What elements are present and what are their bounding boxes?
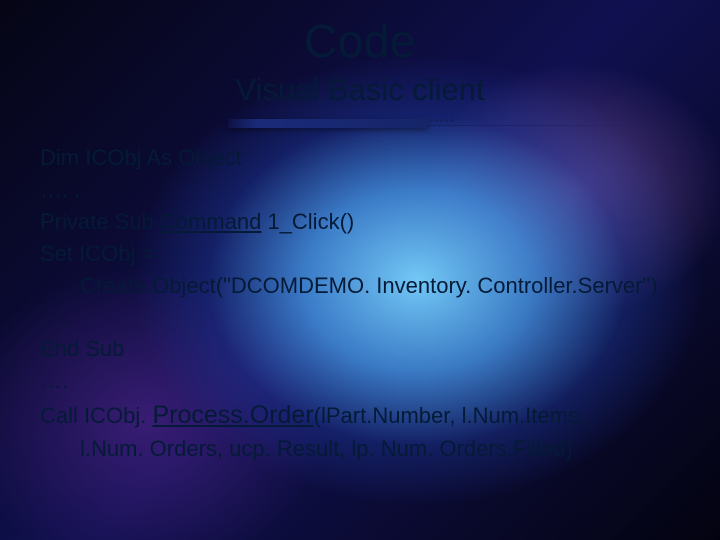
slide-subtitle: Visual Basic client: [0, 72, 720, 108]
code-line: …. .: [40, 174, 690, 206]
accent-bar-icon: [228, 119, 428, 128]
code-line: . . .: [40, 301, 690, 333]
code-line: l.Num. Orders, ucp. Result, lp. Num. Ord…: [40, 433, 690, 465]
code-line: Call ICObj. Process.Order(lPart.Number, …: [40, 397, 690, 433]
code-line: End Sub: [40, 333, 690, 365]
code-method: Process.Order: [152, 401, 313, 429]
accent-dots-icon: [430, 119, 453, 122]
code-text: Private Sub: [40, 209, 160, 234]
accent-tail-icon: [426, 125, 686, 126]
code-text: Command: [160, 209, 261, 234]
code-line: Set ICObj =: [40, 238, 690, 270]
code-line: Private Sub Command 1_Click(): [40, 206, 690, 238]
slide-title: Code: [0, 14, 720, 68]
code-line: Create.Object("DCOMDEMO. Inventory. Cont…: [40, 270, 690, 302]
code-text: 1_Click(): [261, 209, 354, 234]
code-text: Call ICObj.: [40, 403, 152, 428]
code-text: (lPart.Number, l.Num.Items,: [314, 403, 585, 428]
code-line: ….: [40, 365, 690, 397]
slide: Code Visual Basic client Dim ICObj As Ob…: [0, 0, 720, 540]
code-line: Dim ICObj As Object: [40, 142, 690, 174]
code-block: Dim ICObj As Object …. . Private Sub Com…: [40, 142, 690, 465]
